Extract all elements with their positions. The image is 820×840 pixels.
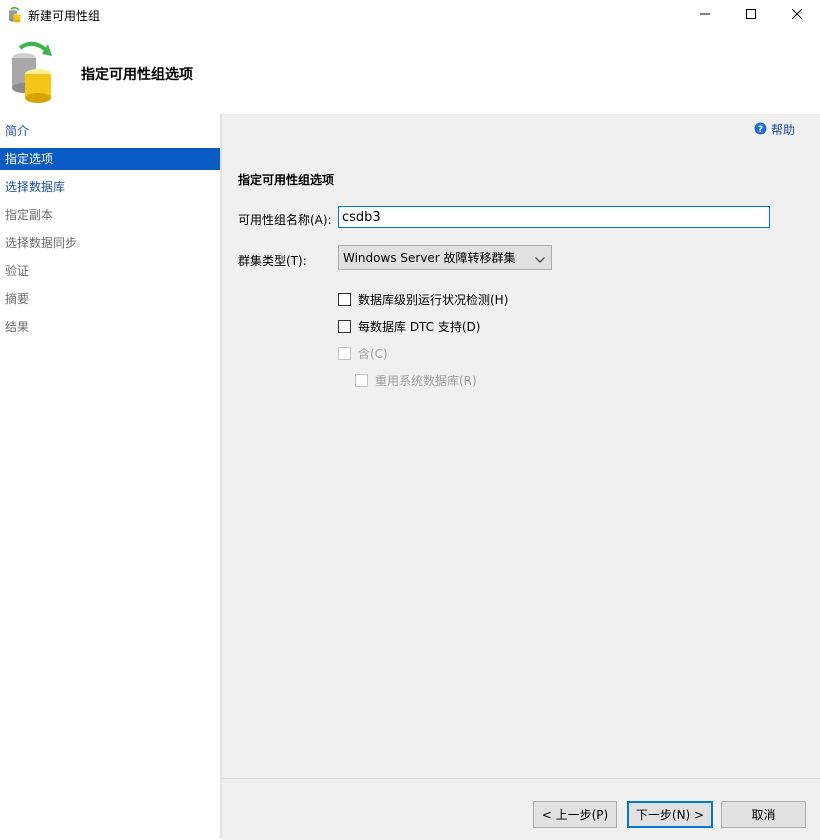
nav-item-intro[interactable]: 简介 xyxy=(0,120,220,142)
cluster-type-value: Windows Server 故障转移群集 xyxy=(343,251,516,265)
nav-item-results: 结果 xyxy=(5,320,30,334)
ag-name-label: 可用性组名称(A): xyxy=(238,213,332,227)
help-label: 帮助 xyxy=(771,123,796,137)
database-cluster-icon xyxy=(8,40,58,106)
contained-checkbox: 含(C) xyxy=(338,345,388,362)
maximize-icon xyxy=(746,8,756,22)
checkbox-box xyxy=(355,374,368,387)
nav-item-data-sync: 选择数据同步 xyxy=(5,236,78,250)
previous-button[interactable]: < 上一步(P) xyxy=(533,801,617,828)
section-title: 指定可用性组选项 xyxy=(238,173,335,187)
checkbox-label: 每数据库 DTC 支持(D) xyxy=(358,320,481,334)
window-title: 新建可用性组 xyxy=(28,9,101,23)
checkbox-label: 重用系统数据库(R) xyxy=(375,374,477,388)
nav-item-summary: 摘要 xyxy=(5,292,30,306)
title-bar: 新建可用性组 xyxy=(0,0,820,30)
reuse-system-db-checkbox: 重用系统数据库(R) xyxy=(355,372,477,389)
minimize-button[interactable] xyxy=(682,0,728,30)
next-button[interactable]: 下一步(N) > xyxy=(627,801,713,828)
wizard-header: 指定可用性组选项 xyxy=(0,30,820,114)
wizard-steps-nav: 简介 指定选项 选择数据库 指定副本 选择数据同步 验证 摘要 结果 xyxy=(0,114,220,839)
per-db-dtc-checkbox[interactable]: 每数据库 DTC 支持(D) xyxy=(338,318,480,335)
minimize-icon xyxy=(700,8,710,22)
svg-text:?: ? xyxy=(758,125,763,135)
app-icon xyxy=(7,6,23,23)
checkbox-box[interactable] xyxy=(338,320,351,333)
maximize-button[interactable] xyxy=(728,0,774,30)
nav-item-select-databases[interactable]: 选择数据库 xyxy=(0,176,220,198)
cancel-button[interactable]: 取消 xyxy=(721,801,806,828)
ag-name-input[interactable] xyxy=(338,206,770,228)
checkbox-label: 数据库级别运行状况检测(H) xyxy=(358,293,509,307)
options-panel: ? 帮助 指定可用性组选项 可用性组名称(A): 群集类型(T): Window… xyxy=(222,114,820,778)
checkbox-label: 含(C) xyxy=(358,347,388,361)
help-link[interactable]: ? 帮助 xyxy=(754,121,795,138)
nav-item-specify-options[interactable]: 指定选项 xyxy=(0,148,220,170)
nav-item-validation: 验证 xyxy=(5,264,30,278)
chevron-down-icon xyxy=(535,252,545,266)
wizard-footer: < 上一步(P) 下一步(N) > 取消 xyxy=(222,778,820,840)
checkbox-box xyxy=(338,347,351,360)
nav-item-specify-replicas: 指定副本 xyxy=(5,208,54,222)
cluster-type-label: 群集类型(T): xyxy=(238,254,307,268)
cluster-type-select[interactable]: Windows Server 故障转移群集 xyxy=(338,245,552,270)
close-button[interactable] xyxy=(774,0,820,30)
close-icon xyxy=(791,8,803,22)
checkbox-box[interactable] xyxy=(338,293,351,306)
help-icon: ? xyxy=(754,122,767,138)
page-title: 指定可用性组选项 xyxy=(81,67,193,83)
db-health-detection-checkbox[interactable]: 数据库级别运行状况检测(H) xyxy=(338,291,508,308)
